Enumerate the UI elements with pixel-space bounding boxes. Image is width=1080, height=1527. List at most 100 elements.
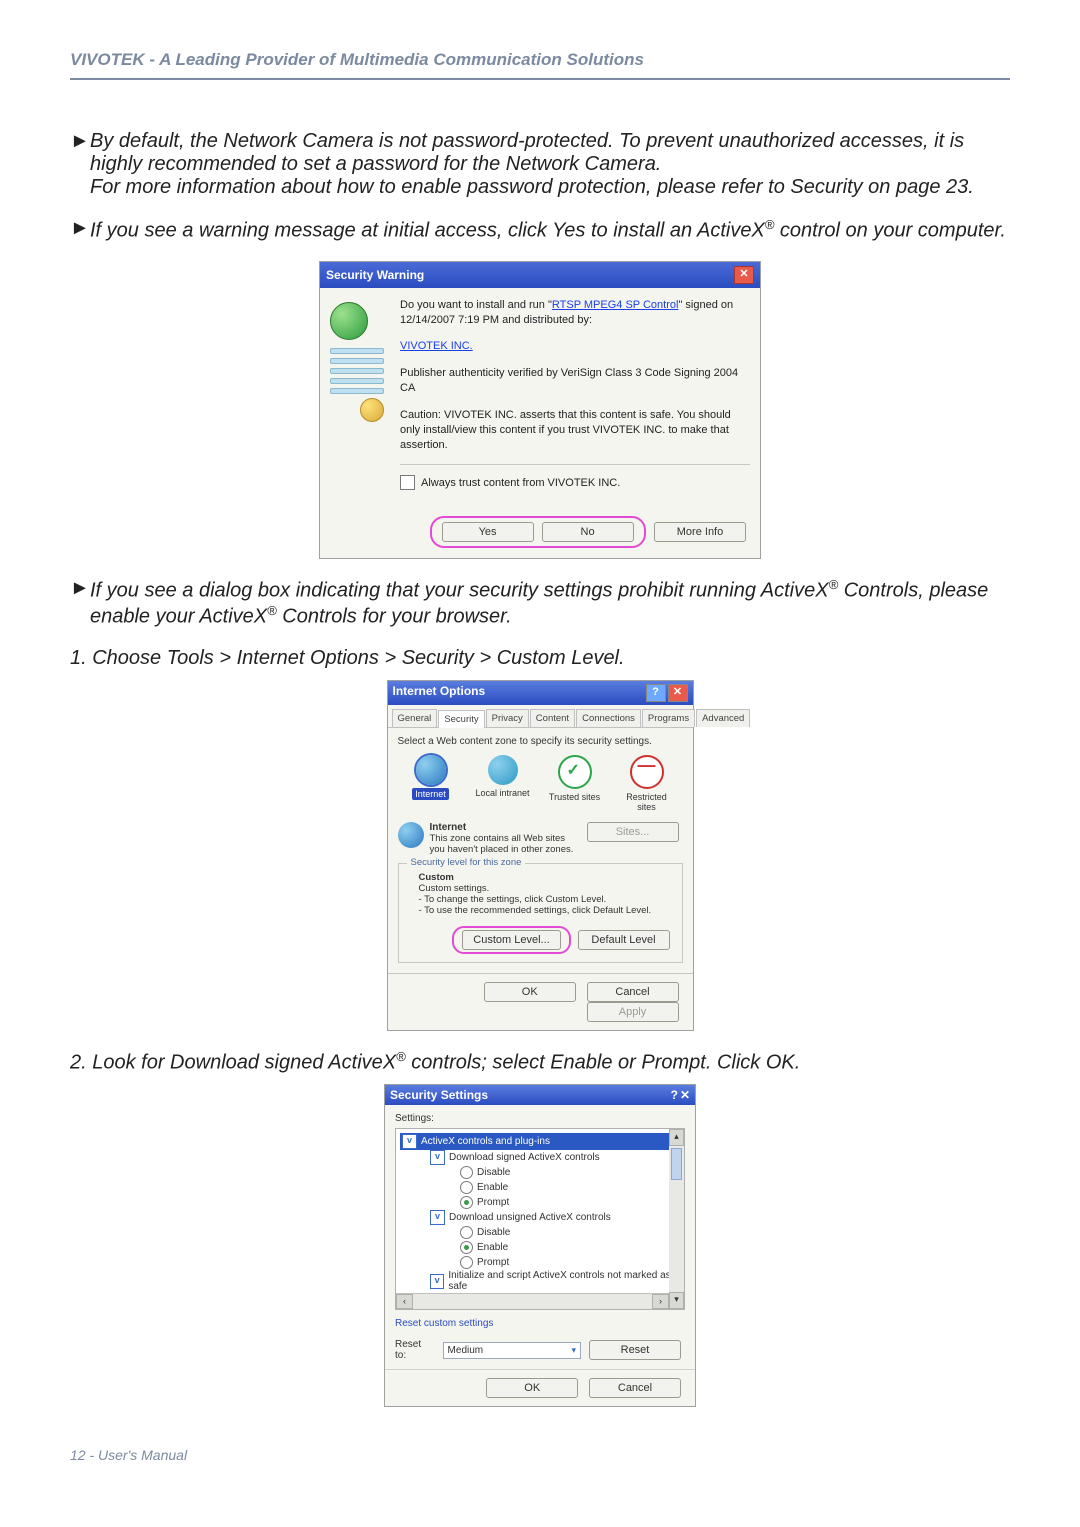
security-warning-message: Do you want to install and run "RTSP MPE… xyxy=(400,298,750,328)
registered-mark: ® xyxy=(765,217,775,232)
reset-button[interactable]: Reset xyxy=(589,1340,681,1360)
note-activex-prohibit: ► If you see a dialog box indicating tha… xyxy=(70,577,1010,628)
tab-content[interactable]: Content xyxy=(530,709,575,727)
security-warning-title: Security Warning xyxy=(326,268,424,282)
opt-signed-prompt[interactable]: Prompt xyxy=(460,1195,680,1210)
yes-no-highlight: Yes No xyxy=(430,516,646,548)
settings-label: Settings: xyxy=(395,1113,685,1124)
zone-restricted[interactable]: Restricted sites xyxy=(618,755,676,812)
activex-node-icon: v xyxy=(430,1210,445,1225)
note-arrow-icon: ► xyxy=(70,130,90,199)
note-arrow-icon: ► xyxy=(70,577,90,628)
sites-button[interactable]: Sites... xyxy=(587,822,679,842)
zone-info-text: This zone contains all Web sites you hav… xyxy=(430,833,581,855)
step-1: 1. Choose Tools > Internet Options > Sec… xyxy=(70,647,1010,670)
page-header: VIVOTEK - A Leading Provider of Multimed… xyxy=(70,50,1010,78)
custom-line2: - To change the settings, click Custom L… xyxy=(419,894,674,905)
scroll-right-icon[interactable]: › xyxy=(652,1294,669,1309)
globe-small-icon xyxy=(398,822,424,848)
scroll-thumb[interactable] xyxy=(671,1148,682,1180)
zone-local-intranet[interactable]: Local intranet xyxy=(474,755,532,812)
note-activex-pre: If you see a warning message at initial … xyxy=(90,220,765,242)
chevron-down-icon: ▾ xyxy=(571,1345,576,1356)
tab-privacy[interactable]: Privacy xyxy=(486,709,529,727)
no-button[interactable]: No xyxy=(542,522,634,542)
globe-internet-icon xyxy=(416,755,446,785)
cancel-button[interactable]: Cancel xyxy=(587,982,679,1002)
custom-line1: Custom settings. xyxy=(419,883,674,894)
tab-general[interactable]: General xyxy=(392,709,438,727)
zone-select-label: Select a Web content zone to specify its… xyxy=(398,736,683,747)
opt-unsigned-enable[interactable]: Enable xyxy=(460,1240,680,1255)
scroll-down-icon[interactable]: ▾ xyxy=(669,1292,684,1309)
note-password-line1: By default, the Network Camera is not pa… xyxy=(90,130,964,175)
ok-button[interactable]: OK xyxy=(486,1378,578,1398)
note-password-line2: For more information about how to enable… xyxy=(90,176,974,198)
custom-level-button[interactable]: Custom Level... xyxy=(462,930,560,950)
close-icon[interactable]: ✕ xyxy=(734,266,754,284)
reset-to-select[interactable]: Medium ▾ xyxy=(443,1342,581,1359)
default-level-button[interactable]: Default Level xyxy=(578,930,670,950)
tab-connections[interactable]: Connections xyxy=(576,709,641,727)
h-scrollbar[interactable]: ‹ › xyxy=(396,1293,669,1309)
check-circle-icon xyxy=(558,755,592,789)
internet-options-tabs: General Security Privacy Content Connect… xyxy=(388,705,693,728)
tab-advanced[interactable]: Advanced xyxy=(696,709,750,727)
reset-section-title: Reset custom settings xyxy=(395,1318,685,1329)
zone-trusted[interactable]: Trusted sites xyxy=(546,755,604,812)
scroll-up-icon[interactable]: ▴ xyxy=(669,1129,684,1146)
group-activex-plugins[interactable]: v ActiveX controls and plug-ins xyxy=(400,1133,680,1150)
tab-programs[interactable]: Programs xyxy=(642,709,695,727)
tab-security[interactable]: Security xyxy=(438,710,484,728)
always-trust-label: Always trust content from VIVOTEK INC. xyxy=(421,477,620,489)
note-arrow-icon: ► xyxy=(70,217,90,243)
more-info-button[interactable]: More Info xyxy=(654,522,746,542)
custom-level-highlight: Custom Level... xyxy=(452,926,570,954)
publisher-authenticity: Publisher authenticity verified by VeriS… xyxy=(400,366,750,396)
opt-unsigned-disable[interactable]: Disable xyxy=(460,1225,680,1240)
note-activex-post: control on your computer. xyxy=(774,220,1006,242)
group-download-unsigned[interactable]: v Download unsigned ActiveX controls xyxy=(430,1210,680,1225)
step-2: 2. Look for Download signed ActiveX® con… xyxy=(70,1049,1010,1075)
zone-info-title: Internet xyxy=(430,822,581,833)
page-footer: 12 - User's Manual xyxy=(70,1447,1010,1463)
rtsp-control-link[interactable]: RTSP MPEG4 SP Control xyxy=(552,299,679,311)
note-password: ► By default, the Network Camera is not … xyxy=(70,130,1010,199)
yes-button[interactable]: Yes xyxy=(442,522,534,542)
scroll-left-icon[interactable]: ‹ xyxy=(396,1294,413,1309)
group-init-script[interactable]: v Initialize and script ActiveX controls… xyxy=(430,1270,680,1292)
cancel-button[interactable]: Cancel xyxy=(589,1378,681,1398)
reset-to-label: Reset to: xyxy=(395,1339,435,1361)
globe-icon xyxy=(330,302,368,340)
publisher-link[interactable]: VIVOTEK INC. xyxy=(400,340,473,352)
certificate-icon xyxy=(330,348,384,422)
note-activex-install: ► If you see a warning message at initia… xyxy=(70,217,1010,243)
opt-unsigned-prompt[interactable]: Prompt xyxy=(460,1255,680,1270)
opt-signed-disable[interactable]: Disable xyxy=(460,1165,680,1180)
settings-listbox[interactable]: v ActiveX controls and plug-ins v Downlo… xyxy=(395,1128,685,1310)
security-warning-titlebar: Security Warning ✕ xyxy=(320,262,760,288)
header-underline xyxy=(70,78,1010,80)
close-icon[interactable]: ✕ xyxy=(680,1088,690,1102)
always-trust-row: Always trust content from VIVOTEK INC. xyxy=(400,469,750,496)
security-warning-dialog: Security Warning ✕ Do you want to instal… xyxy=(319,261,761,560)
minus-circle-icon xyxy=(630,755,664,789)
activex-node-icon: v xyxy=(430,1274,444,1289)
activex-node-icon: v xyxy=(402,1134,417,1149)
internet-options-dialog: Internet Options ? ✕ General Security Pr… xyxy=(387,680,694,1031)
help-icon[interactable]: ? xyxy=(646,684,666,702)
help-icon[interactable]: ? xyxy=(671,1088,678,1102)
internet-options-title: Internet Options xyxy=(393,684,486,702)
ok-button[interactable]: OK xyxy=(484,982,576,1002)
custom-label: Custom xyxy=(419,872,674,883)
apply-button[interactable]: Apply xyxy=(587,1002,679,1022)
group-download-signed[interactable]: v Download signed ActiveX controls xyxy=(430,1150,680,1165)
security-warning-icon-col xyxy=(330,298,400,497)
always-trust-checkbox[interactable] xyxy=(400,475,415,490)
opt-signed-enable[interactable]: Enable xyxy=(460,1180,680,1195)
close-icon[interactable]: ✕ xyxy=(668,684,688,702)
custom-line3: - To use the recommended settings, click… xyxy=(419,905,674,916)
globe-local-icon xyxy=(488,755,518,785)
zone-internet[interactable]: Internet xyxy=(402,755,460,812)
v-scrollbar[interactable]: ▴ ▾ xyxy=(669,1129,684,1309)
